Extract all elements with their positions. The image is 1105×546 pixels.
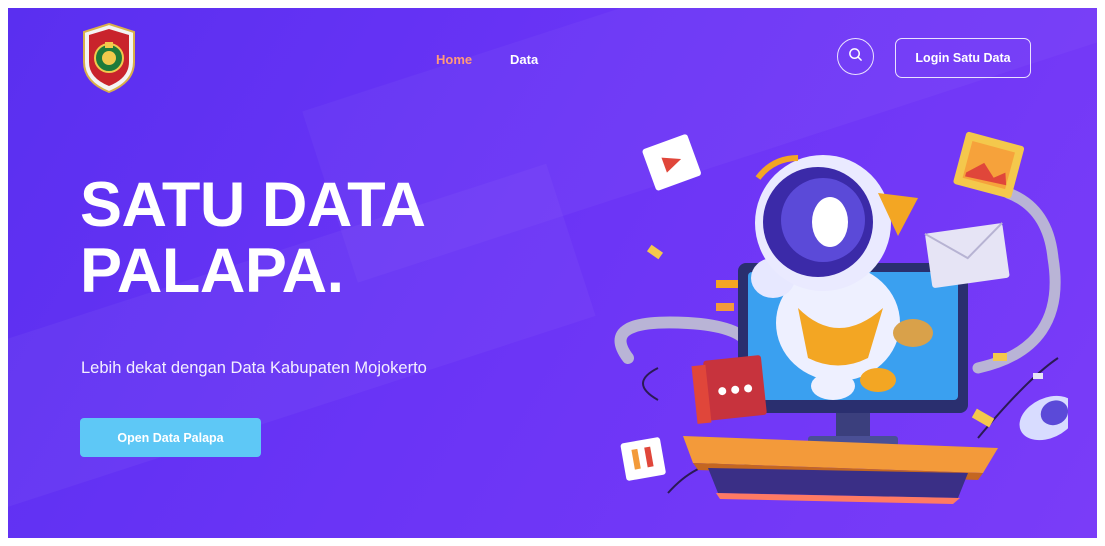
nav-link-home[interactable]: Home <box>436 52 472 67</box>
search-button[interactable] <box>837 38 874 75</box>
hero-section: Home Data Login Satu Data SATU DATA PALA… <box>8 8 1097 538</box>
hero-title-line-1: SATU DATA <box>80 170 426 240</box>
login-button[interactable]: Login Satu Data <box>895 38 1031 78</box>
search-icon <box>848 47 863 67</box>
hero-subtitle: Lebih dekat dengan Data Kabupaten Mojoke… <box>81 359 427 377</box>
nav-link-data[interactable]: Data <box>510 52 538 67</box>
robot-illustration <box>598 118 1077 528</box>
kabupaten-logo[interactable] <box>80 22 138 94</box>
open-data-button[interactable]: Open Data Palapa <box>80 418 261 457</box>
hero-title-line-2: PALAPA. <box>80 236 344 306</box>
hero-title: SATU DATA PALAPA. <box>80 170 426 306</box>
